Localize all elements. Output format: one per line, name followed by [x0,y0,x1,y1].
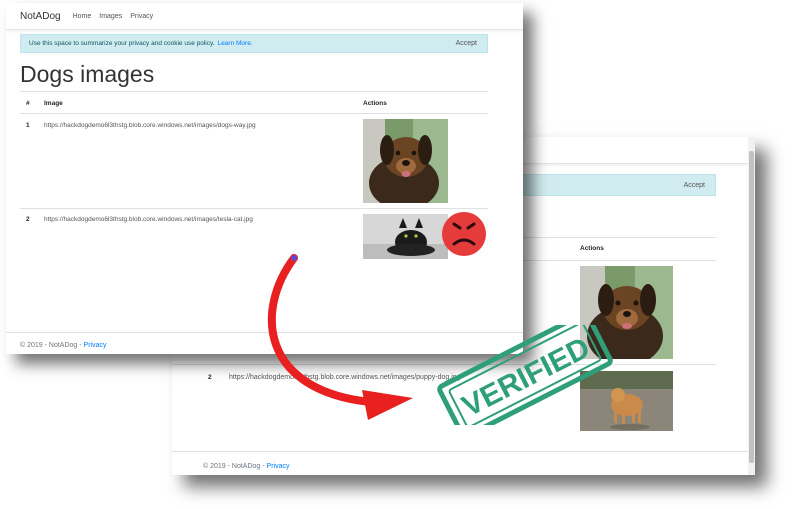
cookie-banner: Use this space to summarize your privacy… [20,34,488,53]
cookie-learn-more-link[interactable]: Learn More. [218,40,253,47]
row-rule [20,208,488,209]
nav-privacy[interactable]: Privacy [130,13,153,20]
header-rule [20,113,488,114]
back-scrollbar-thumb[interactable] [749,151,754,463]
row-2-url: https://hackdogdemo6l3thstg.blob.core.wi… [44,216,253,223]
front-footer-text: © 2019 - NotADog - [20,342,82,349]
title-rule [20,91,488,92]
row-2-number: 2 [26,216,30,223]
back-accept-button[interactable]: Accept [684,182,705,189]
back-header-actions: Actions [580,245,604,252]
back-row-2-number: 2 [208,374,212,381]
cookie-accept-button[interactable]: Accept [456,40,477,47]
front-navbar: NotADog Home Images Privacy [6,3,523,30]
header-number: # [26,100,30,107]
cookie-text: Use this space to summarize your privacy… [29,40,215,47]
row-1-number: 1 [26,122,30,129]
sad-face-icon [442,212,486,256]
page-title: Dogs images [20,61,155,87]
back-footer-rule [172,451,748,452]
front-footer-privacy-link[interactable]: Privacy [84,342,107,349]
back-footer: © 2019 - NotADog - Privacy [203,463,289,470]
row-1-dog-photo [363,119,448,203]
nav-images[interactable]: Images [99,13,122,20]
header-image: Image [44,100,63,107]
header-actions: Actions [363,100,387,107]
front-footer: © 2019 - NotADog - Privacy [20,342,106,349]
back-footer-text: © 2019 - NotADog - [203,463,265,470]
brand-logo[interactable]: NotADog [20,11,61,22]
curved-arrow-icon [267,254,413,420]
back-footer-privacy-link[interactable]: Privacy [267,463,290,470]
back-scrollbar[interactable] [748,137,755,475]
verified-stamp-icon: VERIFIED [437,325,613,425]
nav-home[interactable]: Home [73,13,92,20]
row-1-url: https://hackdogdemo6l3thstg.blob.core.wi… [44,122,256,129]
